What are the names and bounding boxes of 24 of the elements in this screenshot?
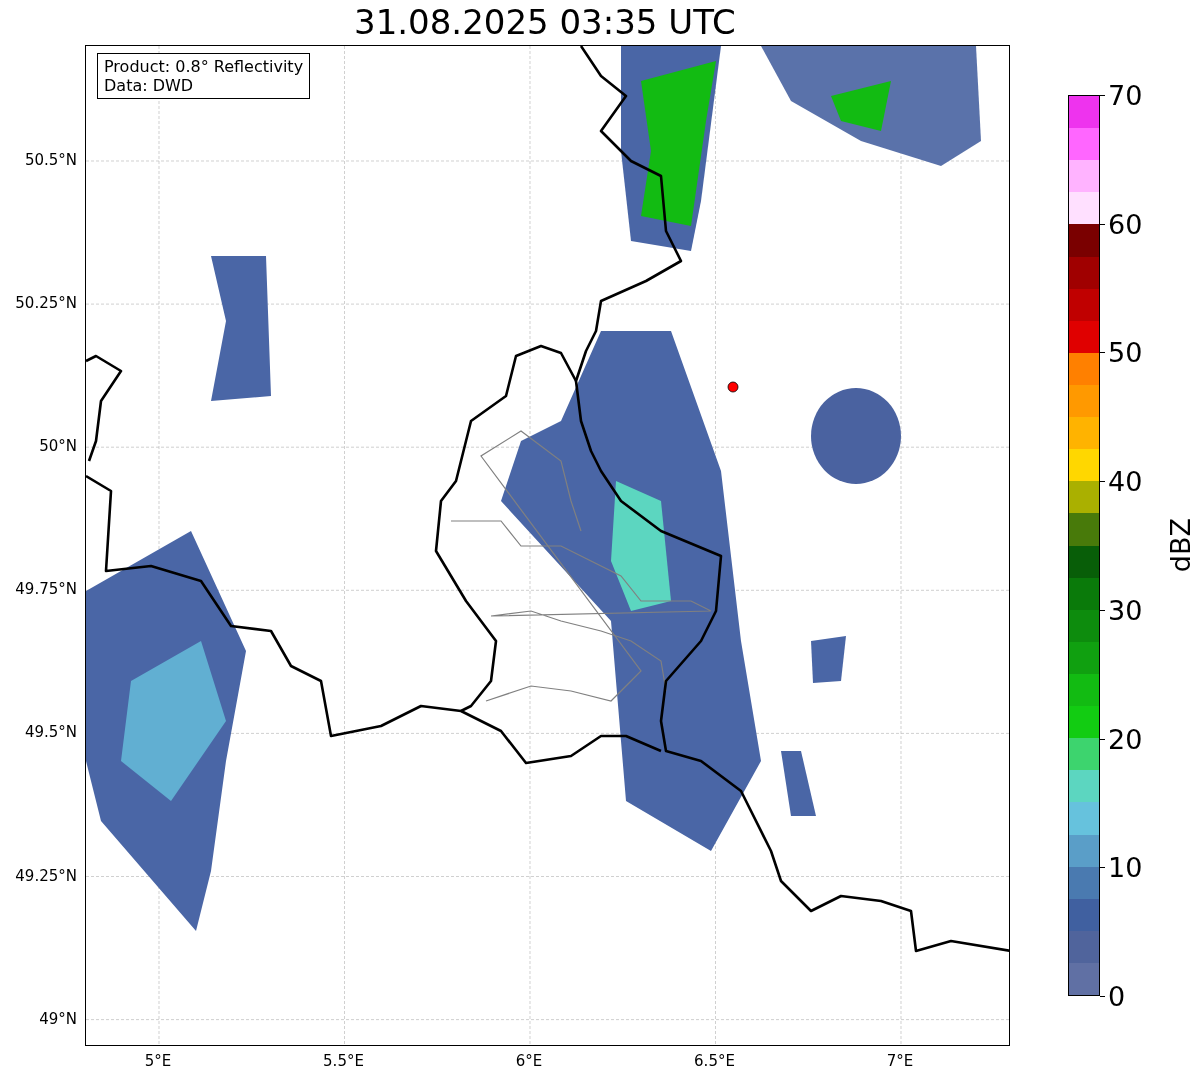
- chart-title: 31.08.2025 03:35 UTC: [354, 1, 736, 44]
- colorbar-tick-label: 0: [1108, 982, 1126, 1010]
- colorbar-tick-label: 20: [1108, 725, 1143, 753]
- latitude-label: 49°N: [39, 1009, 77, 1028]
- longitude-label: 5.5°E: [323, 1052, 364, 1070]
- colorbar-tick-label: 10: [1108, 853, 1143, 881]
- colorbar-tick-label: 50: [1108, 338, 1143, 366]
- latitude-label: 50.5°N: [24, 151, 77, 169]
- colorbar-tick-label: 40: [1108, 467, 1143, 495]
- latitude-label: 49.25°N: [15, 866, 77, 885]
- info-text: Data: DWD: [104, 76, 195, 95]
- colorbar-label: dBZ: [1164, 518, 1196, 573]
- latitude-label: 49.75°N: [15, 580, 77, 599]
- colorbar-tick-label: 60: [1108, 210, 1143, 238]
- info-text: Product: 0.8° Reflectivity: [104, 57, 304, 76]
- longitude-label: 7°E: [886, 1052, 914, 1070]
- colorbar-tick-label: 70: [1108, 81, 1143, 109]
- latitude-label: 50°N: [39, 437, 77, 456]
- latitude-label: 49.5°N: [24, 723, 77, 742]
- longitude-label: 6°E: [515, 1052, 543, 1070]
- latitude-label: 50.25°N: [15, 294, 77, 313]
- colorbar-tick-label: 30: [1108, 596, 1143, 624]
- longitude-label: 5°E: [144, 1052, 172, 1070]
- longitude-label: 6.5°E: [694, 1052, 735, 1070]
